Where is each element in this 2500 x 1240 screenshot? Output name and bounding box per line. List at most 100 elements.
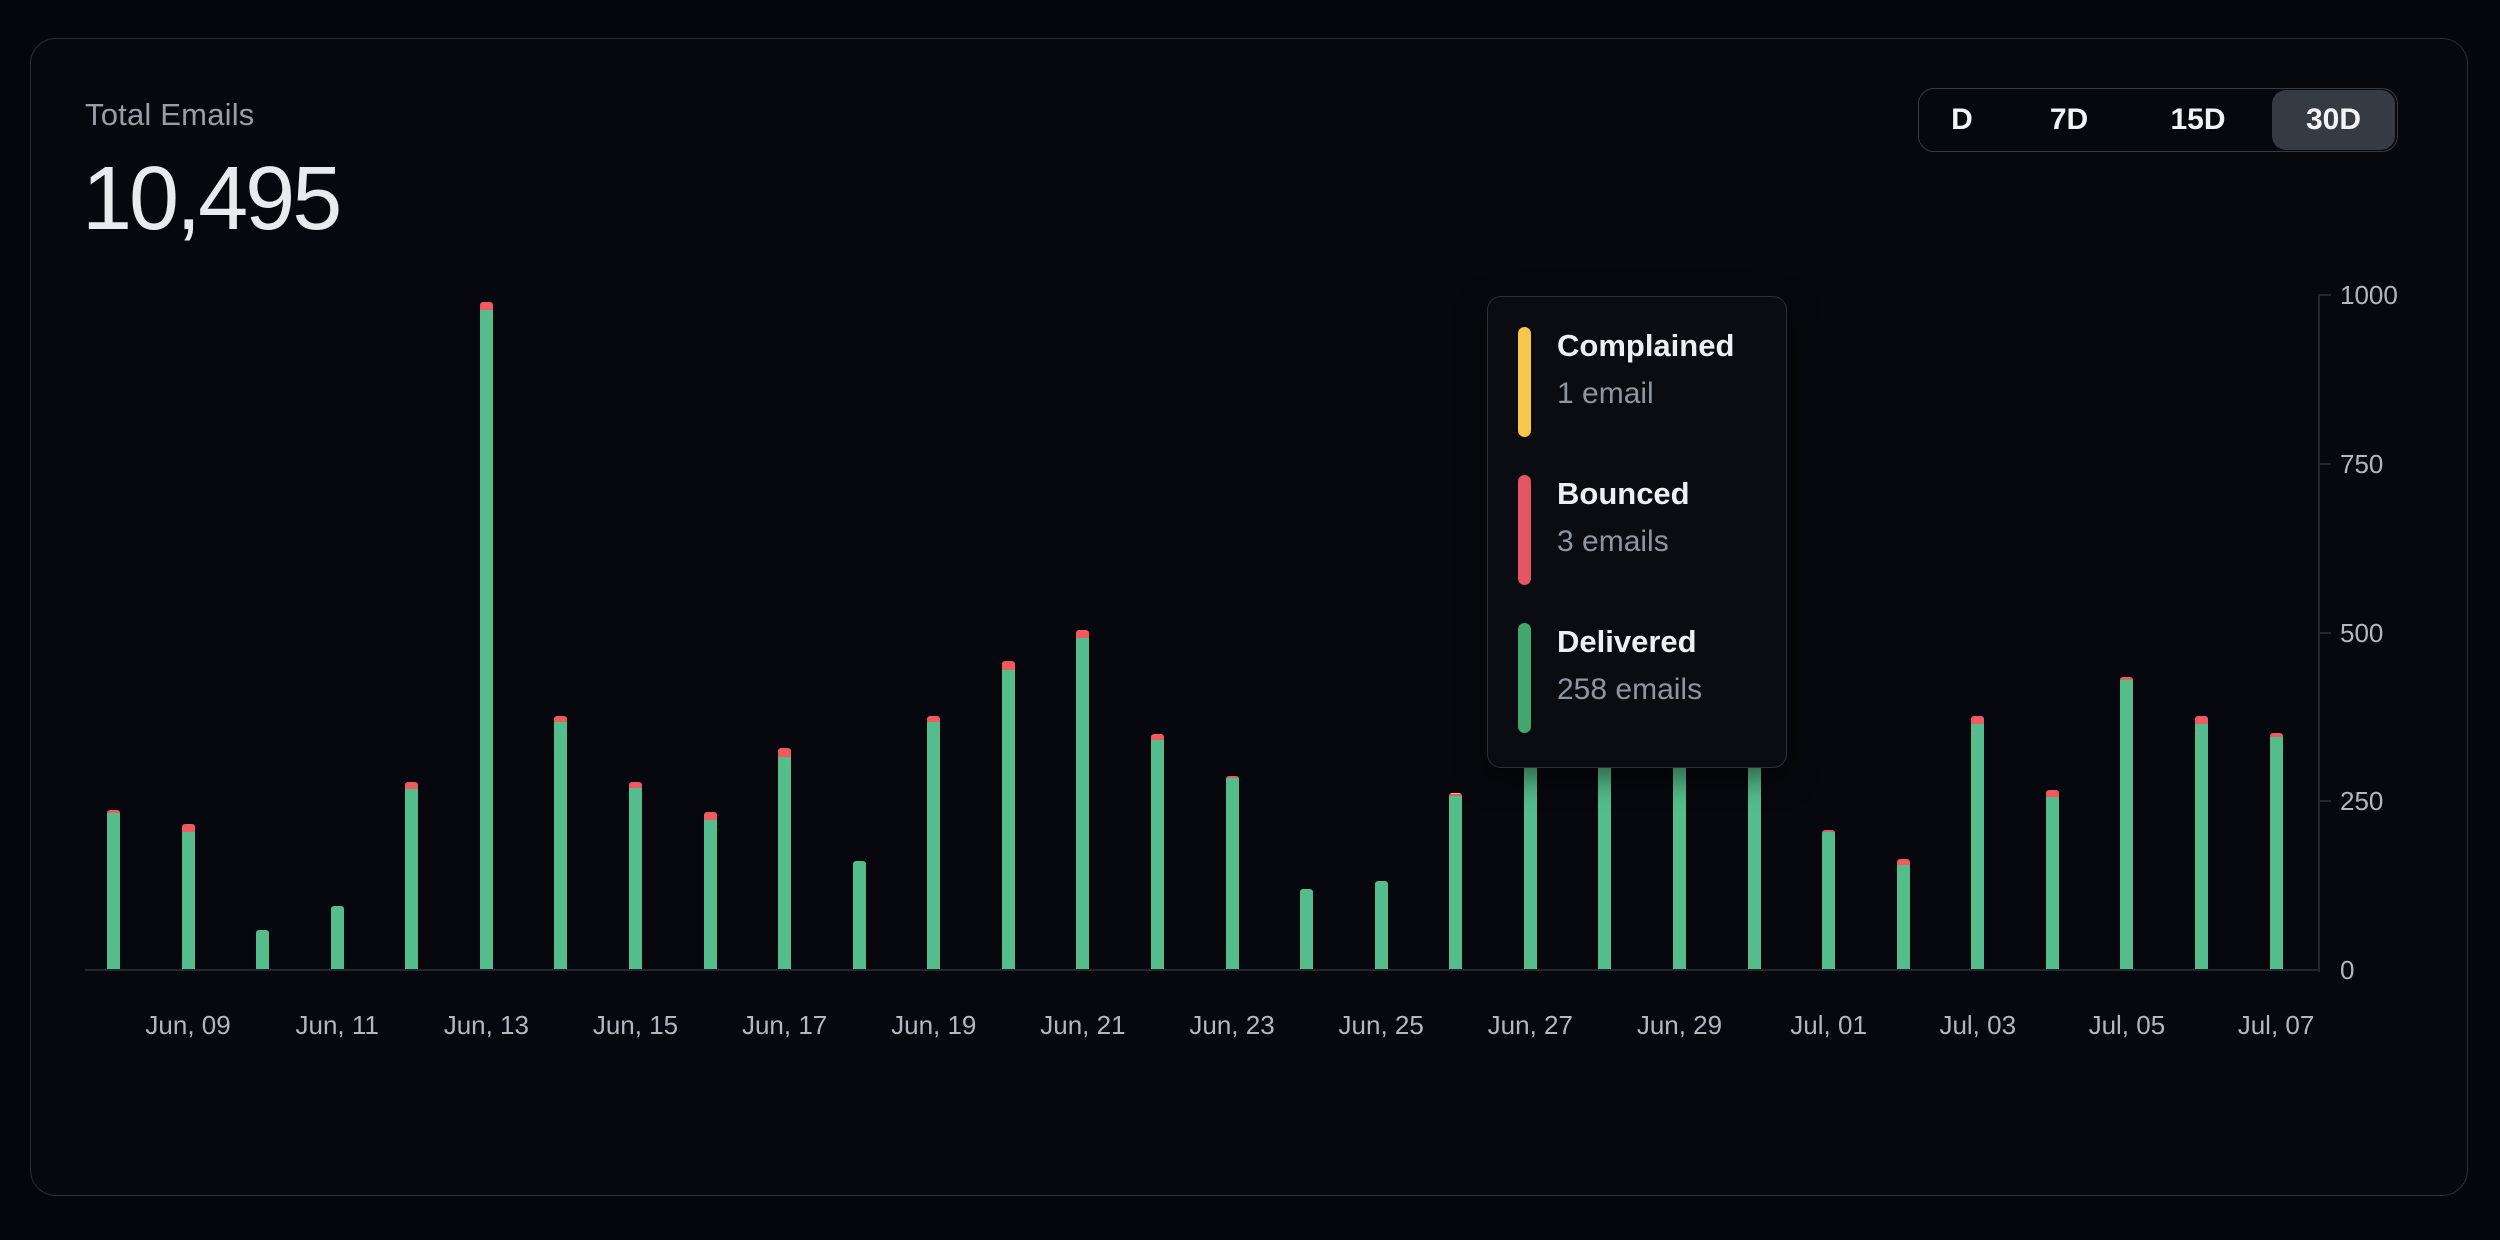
bar-segment-delivered: [1897, 865, 1910, 970]
bar-segment-bounced: [778, 748, 791, 757]
bar-day-13[interactable]: [1002, 661, 1015, 970]
tooltip-item-text: Bounced 3 emails: [1557, 475, 1690, 585]
bar-segment-bounced: [2046, 790, 2059, 797]
bar-segment-delivered: [1748, 764, 1761, 970]
bar-day-15[interactable]: [1151, 734, 1164, 970]
y-axis-label: 750: [2340, 449, 2420, 480]
bar-segment-bounced: [927, 716, 940, 723]
y-axis-line: [2318, 295, 2320, 972]
tooltip-item-complained: Complained1 email: [1518, 327, 1786, 437]
bar-segment-delivered: [1524, 764, 1537, 970]
bar-day-18[interactable]: [1375, 881, 1388, 970]
bar-day-11[interactable]: [853, 861, 866, 970]
y-axis-tick: [2318, 632, 2331, 634]
x-axis-label: Jun, 23: [1167, 1010, 1297, 1041]
y-axis-label: 1000: [2340, 280, 2420, 311]
bar-segment-delivered: [629, 788, 642, 970]
bar-segment-delivered: [1971, 724, 1984, 970]
bar-segment-delivered: [1375, 881, 1388, 970]
tooltip-item-delivered: Delivered 258 emails: [1518, 623, 1786, 733]
bar-day-4[interactable]: [331, 906, 344, 970]
bar-segment-bounced: [554, 716, 567, 723]
chart-tooltip: Complained1 email Bounced 3 emails Delivere…: [1487, 296, 1787, 768]
bar-segment-delivered: [853, 861, 866, 970]
bar-day-6[interactable]: [480, 302, 493, 970]
range-option-15d[interactable]: 15D: [2133, 89, 2263, 151]
bar-segment-delivered: [1002, 670, 1015, 970]
bar-day-20[interactable]: [1524, 760, 1537, 970]
x-axis-label: Jun, 17: [720, 1010, 850, 1041]
bar-day-10[interactable]: [778, 748, 791, 970]
total-emails-label: Total Emails: [85, 97, 255, 133]
bar-day-1[interactable]: [107, 810, 120, 970]
bar-segment-delivered: [1226, 778, 1239, 970]
x-axis-line: [85, 969, 2318, 971]
delivered-swatch-icon: [1518, 623, 1531, 733]
bar-day-19[interactable]: [1449, 793, 1462, 970]
bar-segment-delivered: [405, 789, 418, 970]
tooltip-item-text: Complained1 email: [1557, 327, 1734, 437]
bar-segment-delivered: [1076, 638, 1089, 970]
y-axis-tick: [2318, 294, 2331, 296]
bar-segment-bounced: [182, 824, 195, 832]
x-axis-label: Jun, 21: [1018, 1010, 1148, 1041]
bar-day-29[interactable]: [2195, 716, 2208, 970]
x-axis-label: Jun, 15: [570, 1010, 700, 1041]
bar-segment-delivered: [2270, 737, 2283, 970]
bar-day-12[interactable]: [927, 716, 940, 970]
x-axis-label: Jun, 25: [1316, 1010, 1446, 1041]
bar-segment-delivered: [480, 310, 493, 970]
bar-day-28[interactable]: [2120, 677, 2133, 970]
bar-day-9[interactable]: [704, 812, 717, 970]
y-axis-tick: [2318, 800, 2331, 802]
range-option-d[interactable]: D: [1919, 89, 2005, 151]
bar-day-21[interactable]: [1598, 743, 1611, 970]
tooltip-item-label: Bounced: [1557, 477, 1690, 511]
bar-segment-delivered: [554, 722, 567, 970]
x-axis-label: Jul, 05: [2062, 1010, 2192, 1041]
bar-day-27[interactable]: [2046, 790, 2059, 970]
x-axis-label: Jun, 29: [1614, 1010, 1744, 1041]
bar-segment-delivered: [256, 930, 269, 971]
y-axis-label: 250: [2340, 786, 2420, 817]
bar-segment-bounced: [1002, 661, 1015, 670]
y-axis-label: 500: [2340, 618, 2420, 649]
tooltip-item-value: 258 emails: [1557, 673, 1702, 707]
bar-segment-delivered: [1300, 889, 1313, 970]
tooltip-item-value: 3 emails: [1557, 525, 1690, 559]
bar-day-30[interactable]: [2270, 733, 2283, 970]
bar-segment-bounced: [1897, 859, 1910, 866]
bar-day-16[interactable]: [1226, 776, 1239, 970]
bar-segment-bounced: [704, 812, 717, 820]
x-axis-label: Jul, 01: [1764, 1010, 1894, 1041]
bar-day-22[interactable]: [1673, 753, 1686, 970]
bar-segment-delivered: [182, 832, 195, 970]
dashboard-page: Total Emails 10,495 D7D15D30D 0250500750…: [0, 0, 2500, 1240]
bar-day-24[interactable]: [1822, 830, 1835, 970]
bar-segment-delivered: [2195, 724, 2208, 970]
bar-segment-delivered: [1673, 757, 1686, 970]
range-option-7d[interactable]: 7D: [2005, 89, 2133, 151]
x-axis-label: Jun, 13: [421, 1010, 551, 1041]
bar-day-17[interactable]: [1300, 889, 1313, 970]
tooltip-item-label: Delivered: [1557, 625, 1702, 659]
bar-day-25[interactable]: [1897, 859, 1910, 970]
bar-day-7[interactable]: [554, 716, 567, 970]
bar-segment-delivered: [927, 722, 940, 970]
bar-segment-delivered: [107, 813, 120, 970]
bar-day-8[interactable]: [629, 782, 642, 970]
bar-day-26[interactable]: [1971, 716, 1984, 970]
bar-segment-bounced: [1076, 630, 1089, 638]
bar-day-3[interactable]: [256, 930, 269, 971]
bar-day-23[interactable]: [1748, 760, 1761, 970]
bar-segment-delivered: [2046, 797, 2059, 970]
bar-segment-delivered: [778, 757, 791, 970]
range-option-30d[interactable]: 30D: [2272, 90, 2395, 150]
total-emails-value: 10,495: [82, 148, 339, 251]
y-axis-tick: [2318, 463, 2331, 465]
tooltip-item-label: Complained: [1557, 329, 1734, 363]
x-axis-label: Jun, 11: [272, 1010, 402, 1041]
bar-day-2[interactable]: [182, 824, 195, 970]
bar-day-5[interactable]: [405, 782, 418, 970]
bar-day-14[interactable]: [1076, 630, 1089, 970]
